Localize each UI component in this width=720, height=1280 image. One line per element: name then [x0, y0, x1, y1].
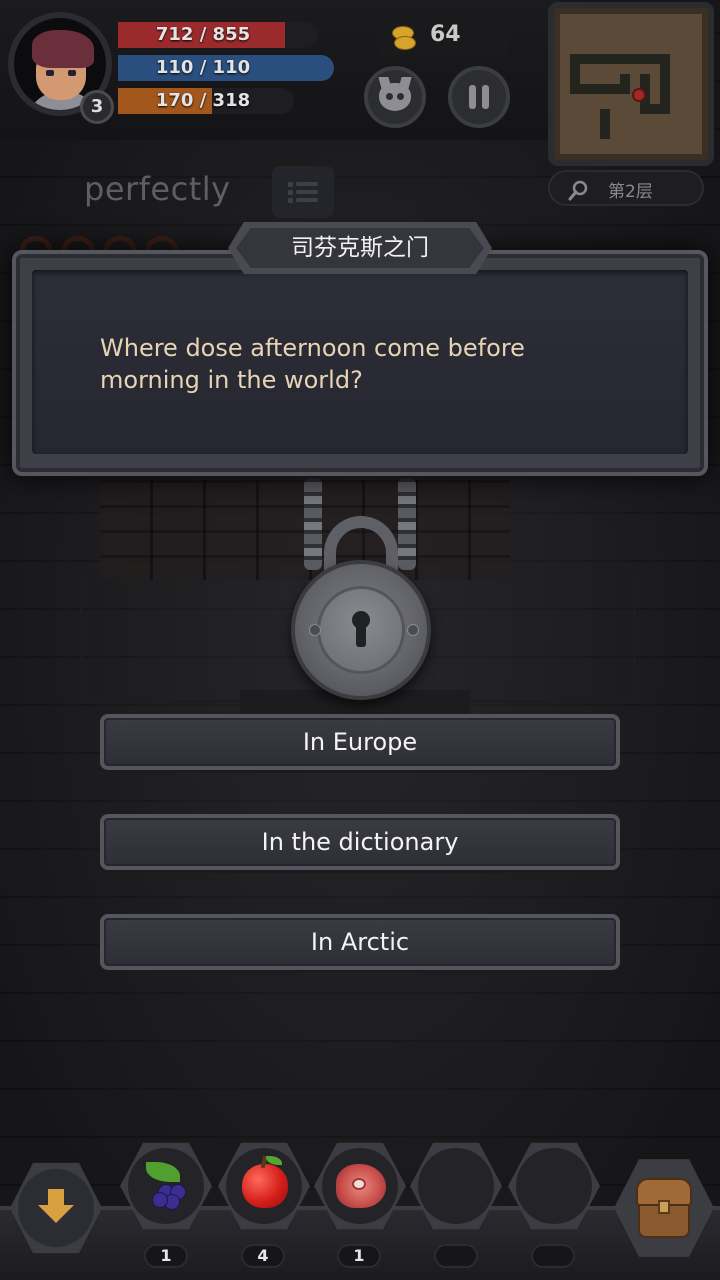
pause-icon	[469, 85, 476, 109]
mp-bar: 110 / 110	[118, 55, 334, 81]
chain-right	[398, 478, 416, 570]
backpack-buckle	[658, 1200, 670, 1214]
down-arrow-icon	[38, 1205, 74, 1223]
gold-coins-icon	[392, 24, 416, 50]
pet-icon	[379, 83, 411, 111]
xp-text: 170 / 318	[155, 90, 251, 111]
answer-button-3[interactable]: In Arctic	[100, 914, 620, 970]
mp-text: 110 / 110	[155, 57, 251, 78]
question-text: Where dose afternoon come before morning…	[100, 334, 525, 394]
item-count-3: 1	[337, 1244, 381, 1268]
combo-word: perfectly	[84, 170, 231, 208]
item-count-2: 4	[241, 1244, 285, 1268]
hero-hair	[32, 30, 94, 68]
berries-icon	[146, 1162, 180, 1182]
pause-button[interactable]	[448, 66, 510, 128]
empty-slot	[418, 1148, 494, 1224]
floor-label: 第2层	[608, 182, 653, 202]
keyhole-icon	[350, 611, 372, 651]
pet-button[interactable]	[364, 66, 426, 128]
hp-bar: 712 / 855	[118, 22, 318, 48]
player-marker	[632, 88, 646, 102]
gold-count: 64	[430, 22, 461, 47]
padlock-icon	[291, 560, 431, 700]
search-icon	[568, 180, 588, 201]
pause-icon	[482, 85, 489, 109]
item-count-5	[531, 1244, 575, 1268]
hero-eye	[46, 70, 54, 76]
hero-eye	[68, 70, 76, 76]
item-count-4	[434, 1244, 478, 1268]
menu-button[interactable]	[272, 166, 334, 218]
floor-indicator[interactable]: 第2层	[548, 170, 704, 206]
xp-bar: 170 / 318	[118, 88, 294, 114]
answer-button-1[interactable]: In Europe	[100, 714, 620, 770]
minimap-area	[560, 14, 702, 154]
item-count-1: 1	[144, 1244, 188, 1268]
answer-button-2[interactable]: In the dictionary	[100, 814, 620, 870]
dialog-title-plate: 司芬克斯之门	[228, 222, 492, 274]
chain-left	[304, 478, 322, 570]
minimap[interactable]	[548, 2, 714, 166]
level-badge: 3	[80, 90, 114, 124]
dialog-title: 司芬克斯之门	[291, 235, 429, 261]
hp-text: 712 / 855	[155, 24, 251, 45]
empty-slot	[516, 1148, 592, 1224]
apple-icon	[242, 1164, 288, 1208]
lock-face	[317, 586, 405, 674]
